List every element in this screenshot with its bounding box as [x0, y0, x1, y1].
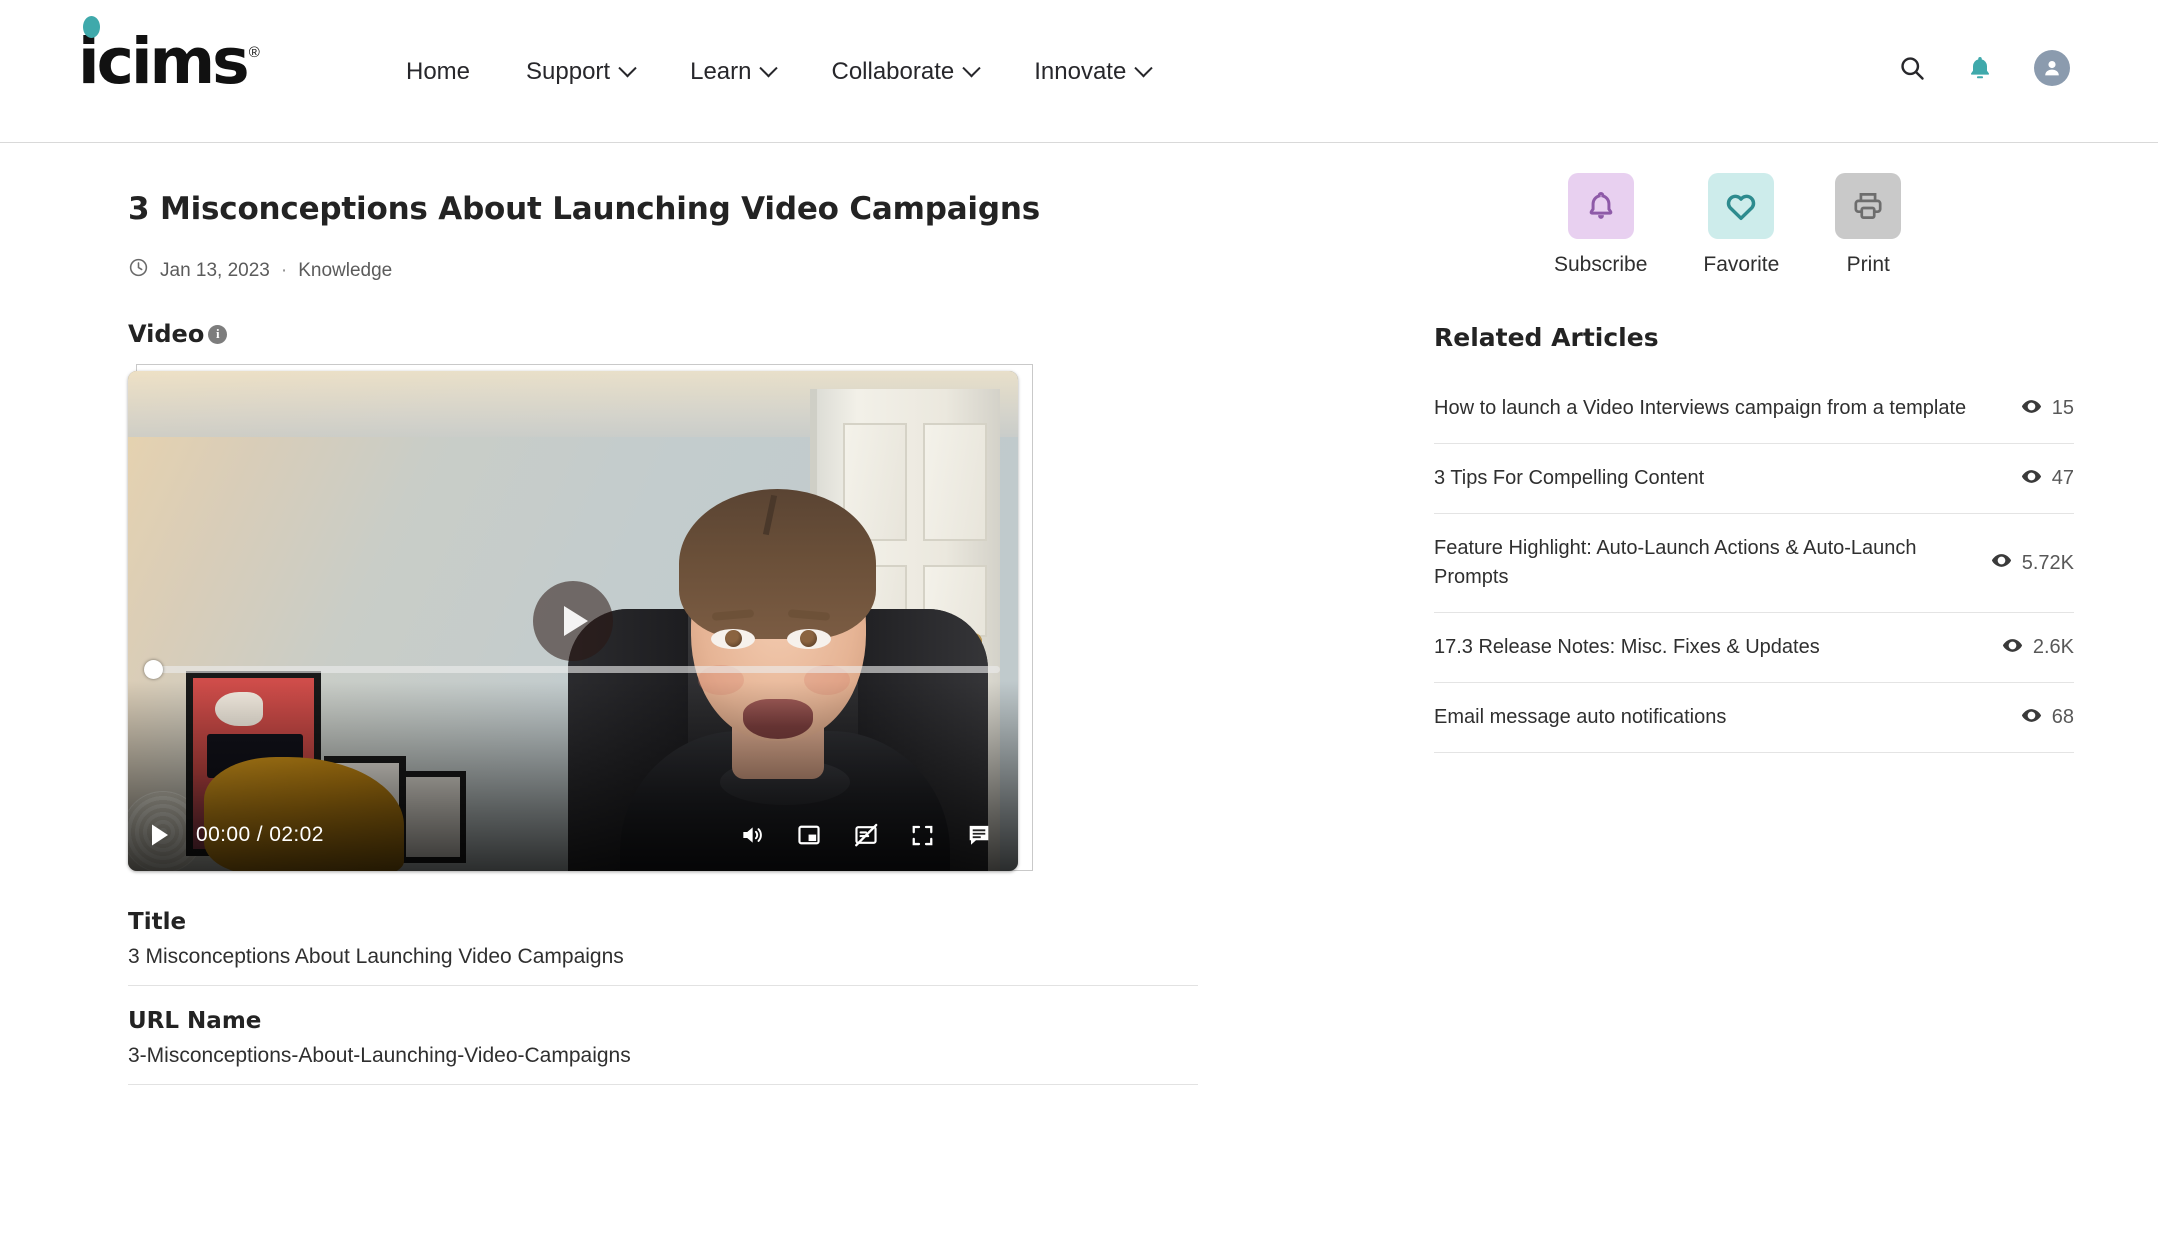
field-value: 3-Misconceptions-About-Launching-Video-C… — [128, 1044, 631, 1067]
related-article-title: Email message auto notifications — [1434, 706, 1727, 728]
nav-item-learn[interactable]: Learn — [662, 54, 803, 90]
field-label: URL Name — [128, 1008, 262, 1034]
related-article-views: 68 — [2020, 704, 2074, 732]
favorite-tile — [1708, 173, 1775, 239]
bell-icon[interactable] — [1966, 54, 1994, 82]
favorite-action[interactable]: Favorite — [1703, 173, 1779, 277]
related-article-views: 2.6K — [2001, 634, 2074, 662]
sidebar: Subscribe Favorite Print Related Article… — [1434, 173, 2074, 753]
favorite-label: Favorite — [1703, 253, 1780, 276]
play-icon — [564, 606, 588, 636]
subscribe-label: Subscribe — [1554, 253, 1648, 276]
related-article-item[interactable]: Feature Highlight: Auto-Launch Actions &… — [1434, 514, 2074, 613]
view-count: 15 — [2051, 397, 2074, 419]
related-article-item[interactable]: 17.3 Release Notes: Misc. Fixes & Update… — [1434, 613, 2074, 683]
nav-item-support[interactable]: Support — [498, 54, 662, 90]
video-player-container: 00:00 / 02:02 — [128, 364, 1033, 879]
page-body: 3 Misconceptions About Launching Video C… — [0, 143, 2158, 1246]
nav-item-innovate[interactable]: Innovate — [1006, 54, 1178, 90]
nav-item-home[interactable]: Home — [400, 54, 498, 90]
nav-label: Innovate — [1034, 58, 1127, 85]
logo-dot-icon — [83, 16, 100, 38]
meta-separator: · — [280, 259, 288, 281]
eye-icon — [2020, 465, 2043, 493]
related-article-title: Feature Highlight: Auto-Launch Actions &… — [1434, 537, 1917, 588]
user-avatar-icon[interactable] — [2034, 50, 2070, 86]
picture-in-picture-icon[interactable] — [796, 822, 822, 848]
cast-off-icon[interactable] — [853, 822, 879, 848]
field-label: Title — [128, 909, 187, 935]
view-count: 47 — [2051, 467, 2074, 489]
play-button[interactable] — [150, 823, 170, 847]
related-article-views: 5.72K — [1990, 549, 2074, 577]
chevron-down-icon — [759, 58, 779, 77]
logo-text: icims — [78, 25, 250, 98]
site-header: icims ® Home Support Learn Collaborate I… — [0, 0, 2158, 143]
related-article-title: How to launch a Video Interviews campaig… — [1434, 397, 1967, 419]
eye-icon — [2001, 634, 2024, 662]
header-actions — [1898, 50, 2070, 86]
subscribe-tile — [1567, 173, 1634, 239]
field-title: Title 3 Misconceptions About Launching V… — [128, 887, 1198, 986]
section-label-text: Video — [128, 320, 205, 348]
search-icon[interactable] — [1898, 54, 1926, 82]
related-article-item[interactable]: Email message auto notifications 68 — [1434, 683, 2074, 753]
video-controls: 00:00 / 02:02 — [128, 799, 1018, 871]
print-tile — [1835, 173, 1902, 239]
video-player[interactable]: 00:00 / 02:02 — [128, 371, 1018, 871]
article-content: 3 Misconceptions About Launching Video C… — [128, 191, 1348, 1085]
related-article-views: 47 — [2020, 465, 2074, 493]
nav-label: Home — [406, 58, 471, 85]
view-count: 2.6K — [2032, 636, 2074, 658]
nav-item-collaborate[interactable]: Collaborate — [803, 54, 1006, 90]
transcript-icon[interactable] — [966, 822, 992, 848]
article-category: Knowledge — [298, 259, 393, 281]
page-title: 3 Misconceptions About Launching Video C… — [128, 191, 1040, 227]
avatar — [2034, 50, 2070, 86]
article-detail-fields: Title 3 Misconceptions About Launching V… — [128, 887, 1198, 1085]
field-value: 3 Misconceptions About Launching Video C… — [128, 945, 624, 968]
video-right-controls — [739, 822, 992, 848]
view-count: 5.72K — [2021, 551, 2074, 574]
related-article-title: 3 Tips For Compelling Content — [1434, 467, 1705, 489]
video-progress-bar[interactable] — [144, 660, 1000, 679]
video-progress-handle[interactable] — [144, 660, 163, 679]
field-url-name: URL Name 3-Misconceptions-About-Launchin… — [128, 986, 1198, 1085]
icims-logo[interactable]: icims ® — [78, 16, 260, 93]
eye-icon — [2020, 704, 2043, 732]
eye-icon — [1990, 549, 2013, 577]
related-articles-heading: Related Articles — [1434, 323, 1659, 352]
main-navigation: Home Support Learn Collaborate Innovate — [400, 54, 1178, 90]
info-icon[interactable]: i — [208, 324, 228, 344]
clock-icon — [128, 257, 149, 284]
related-article-item[interactable]: 3 Tips For Compelling Content 47 — [1434, 444, 2074, 514]
nav-label: Support — [526, 58, 611, 85]
chevron-down-icon — [618, 58, 637, 77]
related-article-item[interactable]: How to launch a Video Interviews campaig… — [1434, 374, 2074, 444]
article-action-tiles: Subscribe Favorite Print — [1554, 173, 2074, 277]
view-count: 68 — [2051, 706, 2074, 728]
nav-label: Collaborate — [831, 58, 955, 85]
video-time-display: 00:00 / 02:02 — [196, 823, 324, 846]
logo-wordmark: icims — [78, 16, 250, 93]
video-section-label: Video i — [128, 320, 1348, 348]
logo-registered-mark: ® — [248, 44, 260, 61]
related-article-title: 17.3 Release Notes: Misc. Fixes & Update… — [1434, 636, 1820, 658]
print-action[interactable]: Print — [1835, 173, 1902, 277]
related-article-views: 15 — [2020, 395, 2074, 423]
subscribe-action[interactable]: Subscribe — [1554, 173, 1647, 277]
article-meta: Jan 13, 2023 · Knowledge — [128, 257, 1348, 284]
chevron-down-icon — [962, 58, 981, 77]
print-label: Print — [1846, 253, 1890, 276]
article-date: Jan 13, 2023 — [160, 259, 270, 281]
play-overlay-button[interactable] — [533, 581, 613, 661]
fullscreen-icon[interactable] — [910, 823, 935, 848]
chevron-down-icon — [1134, 58, 1154, 77]
volume-icon[interactable] — [739, 822, 765, 848]
eye-icon — [2020, 395, 2043, 423]
nav-label: Learn — [690, 58, 752, 85]
